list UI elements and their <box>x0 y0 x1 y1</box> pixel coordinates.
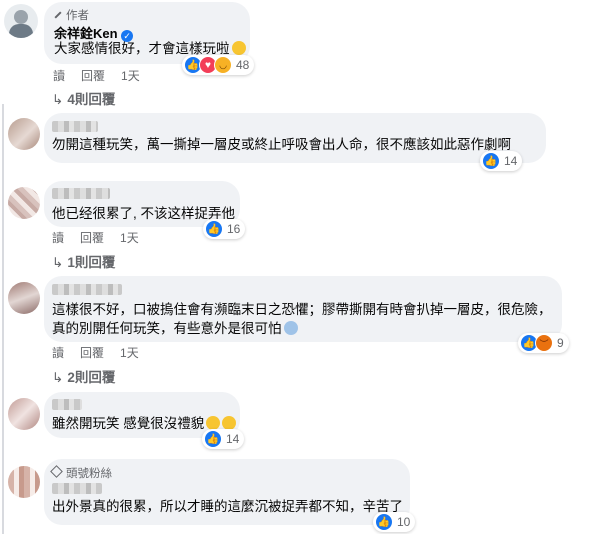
timestamp[interactable]: 1天 <box>120 346 139 360</box>
read-action[interactable]: 讀 <box>52 231 64 245</box>
comment-text: 出外景真的很累，所以才睡的這麼沉被捉弄都不知，辛苦了 <box>52 499 403 514</box>
comment-actions: 讀 回覆 1天 <box>52 344 155 361</box>
comment-text: 這樣很不好，口被摀住會有瀕臨末日之恐懼；膠帶撕開有時會扒掉一層皮，很危險， 真的… <box>52 302 552 336</box>
thread-line <box>2 104 4 534</box>
comment-author[interactable] <box>52 121 98 132</box>
reply-arrow-icon: ↳ <box>52 255 64 270</box>
comment-author[interactable] <box>52 284 122 295</box>
reply-action[interactable]: 回覆 <box>81 69 105 83</box>
reply-action[interactable]: 回覆 <box>80 346 104 360</box>
reaction-summary[interactable]: 👍 ︶ 9 <box>518 333 569 353</box>
scared-emoji-icon <box>283 321 298 335</box>
grimace-emoji-icon <box>206 416 221 430</box>
comment-author[interactable] <box>52 483 102 494</box>
reaction-summary[interactable]: 👍 14 <box>202 429 245 449</box>
reply-action[interactable]: 回覆 <box>80 231 104 245</box>
like-icon: 👍 <box>375 513 393 531</box>
comment-text: 勿開這種玩笑，萬一撕掉一層皮或終止呼吸會出人命，很不應該如此惡作劇啊 <box>52 137 511 152</box>
like-icon: 👍 <box>204 430 222 448</box>
haha-icon: ◡ <box>214 56 232 74</box>
pencil-icon <box>54 11 62 19</box>
comment-author[interactable] <box>52 188 110 199</box>
view-replies-link[interactable]: ↳ 4則回覆 <box>52 88 115 108</box>
laughing-emoji-icon <box>231 41 246 55</box>
reply-arrow-icon: ↳ <box>52 370 64 385</box>
reaction-summary[interactable]: 👍 14 <box>480 151 523 171</box>
like-icon: 👍 <box>205 220 223 238</box>
read-action[interactable]: 讀 <box>52 346 64 360</box>
like-icon: 👍 <box>482 152 500 170</box>
timestamp[interactable]: 1天 <box>121 69 140 83</box>
avatar[interactable] <box>8 187 40 219</box>
comment-actions: 讀 回覆 1天 <box>52 229 155 246</box>
avatar[interactable] <box>8 398 40 430</box>
avatar[interactable] <box>8 282 40 314</box>
comment-actions: 讀 回覆 1天 <box>53 67 156 84</box>
read-action[interactable]: 讀 <box>53 69 65 83</box>
avatar[interactable] <box>8 118 40 150</box>
view-replies-link[interactable]: ↳ 1則回覆 <box>52 251 115 271</box>
reaction-summary[interactable]: 👍 ♥ ◡ 48 <box>182 55 255 75</box>
reply-arrow-icon: ↳ <box>52 92 64 107</box>
angry-icon: ︶ <box>535 334 553 352</box>
grimace-emoji-icon <box>222 416 237 430</box>
reaction-summary[interactable]: 👍 10 <box>373 512 416 532</box>
top-fan-badge: 頭號粉絲 <box>50 465 112 481</box>
avatar[interactable] <box>4 4 38 38</box>
comment-author[interactable] <box>52 399 82 410</box>
diamond-icon <box>50 465 63 478</box>
timestamp[interactable]: 1天 <box>120 231 139 245</box>
reaction-summary[interactable]: 👍 16 <box>203 219 246 239</box>
avatar[interactable] <box>8 466 40 498</box>
view-replies-link[interactable]: ↳ 2則回覆 <box>52 366 115 386</box>
author-badge: 作者 <box>54 7 89 23</box>
